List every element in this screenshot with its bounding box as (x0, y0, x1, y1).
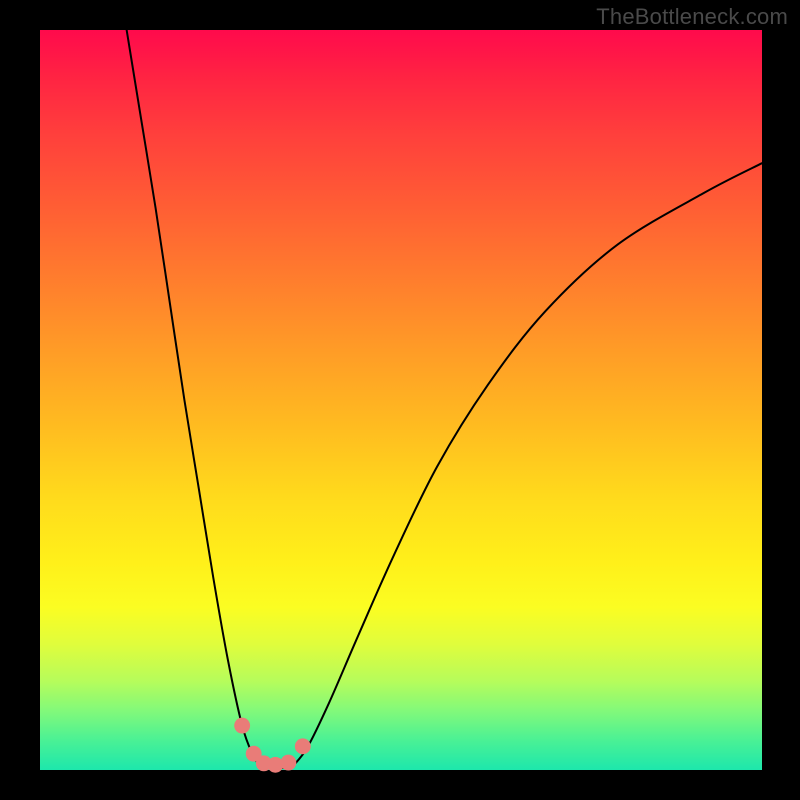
curve-layer (40, 30, 762, 770)
chart-frame: TheBottleneck.com (0, 0, 800, 800)
curve-left (127, 30, 261, 766)
valley-dot (295, 738, 311, 754)
curve-right (293, 163, 762, 766)
valley-dots-group (234, 718, 311, 773)
watermark-text: TheBottleneck.com (596, 4, 788, 30)
plot-area (40, 30, 762, 770)
valley-dot (234, 718, 250, 734)
valley-dot (280, 755, 296, 771)
